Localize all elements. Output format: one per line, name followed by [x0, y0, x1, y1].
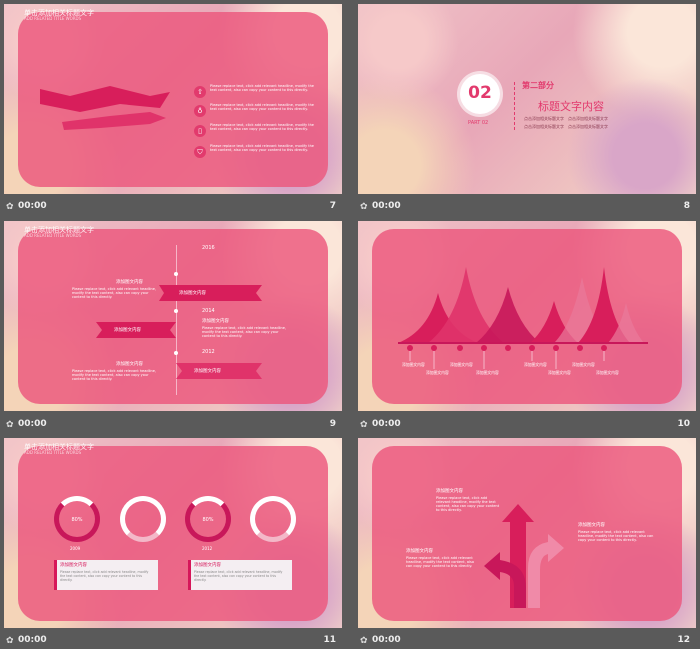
transition-icon[interactable]: ✿: [360, 202, 368, 212]
slide-thumbnail-8[interactable]: 02 PART 02 第二部分 标题文字内容 点击添加相关标题文字 点击添加相关…: [358, 4, 696, 194]
arrow-label: 添加图文内容: [406, 549, 433, 554]
slide-timing: 00:00: [372, 201, 401, 211]
slide-subtitle: ADD RELATED TITLE WORDS: [24, 16, 82, 21]
peak-label: 添加图文内容: [548, 370, 571, 375]
slide-timing: 00:00: [372, 635, 401, 645]
info-card: 添加图文内容 Please replace text, click add re…: [188, 560, 292, 590]
peak-label: 添加图文内容: [572, 362, 595, 367]
item-text: Please replace text, click add relevant …: [210, 144, 314, 152]
arrow-text: Please replace text, click add relevant …: [436, 496, 500, 512]
transition-icon[interactable]: ✿: [6, 420, 14, 430]
slide-timing: 00:00: [18, 419, 47, 429]
arrow-text: Please replace text, click add relevant …: [406, 556, 474, 568]
card-text: Please replace text, click add relevant …: [194, 570, 283, 582]
slide-thumbnail-12[interactable]: 添加图文内容 Please replace text, click add re…: [358, 438, 696, 628]
banner-shape: [40, 86, 170, 130]
progress-ring: 80%: [54, 496, 100, 542]
entry-text: Please replace text, click add relevant …: [202, 326, 287, 338]
peak-label: 添加图文内容: [476, 370, 499, 375]
peak-label: 添加图文内容: [426, 370, 449, 375]
card-accent: [54, 560, 57, 590]
banner-label: 添加图文内容: [194, 369, 221, 374]
transition-icon[interactable]: ✿: [6, 636, 14, 646]
section-title: 第二部分: [522, 81, 554, 90]
peak-chart: [398, 267, 648, 369]
slide-thumbnail-7[interactable]: 单击添加相关标题文字 ADD RELATED TITLE WORDS ⇧ Ple…: [4, 4, 342, 194]
shield-icon: ⛉: [194, 146, 206, 158]
slide-number: 11: [323, 635, 336, 645]
slide-footer-9: ✿ 00:00 9: [4, 416, 342, 433]
slide-number: 9: [329, 419, 336, 429]
slide-footer-7: ✿ 00:00 7: [4, 198, 342, 215]
slide-subtitle: ADD RELATED TITLE WORDS: [24, 450, 82, 455]
entry-text: Please replace text, click add relevant …: [72, 287, 157, 299]
slide-number: 8: [683, 201, 690, 211]
slide-footer-11: ✿ 00:00 11: [4, 632, 342, 649]
banner-label: 添加图文内容: [179, 291, 206, 296]
item-text: Please replace text, click add relevant …: [210, 84, 314, 92]
slide-footer-12: ✿ 00:00 12: [358, 632, 696, 649]
peak-label: 添加图文内容: [524, 362, 547, 367]
badge-circle: 02: [460, 74, 500, 114]
info-card: 添加图文内容 Please replace text, click add re…: [54, 560, 158, 590]
arrow-label: 添加图文内容: [578, 523, 605, 528]
slide-timing: 00:00: [18, 635, 47, 645]
progress-ring: 80%: [185, 496, 231, 542]
entry-label: 添加图文内容: [202, 319, 229, 324]
bullet-item: 点击添加相关标题文字: [524, 124, 564, 129]
divider-line: [514, 82, 516, 130]
slide-thumbnail-11[interactable]: 单击添加相关标题文字 ADD RELATED TITLE WORDS 80% 8…: [4, 438, 342, 628]
entry-text: Please replace text, click add relevant …: [72, 369, 157, 381]
arrow-text: Please replace text, click add relevant …: [578, 530, 654, 542]
progress-ring: [250, 496, 296, 542]
slide-timing: 00:00: [18, 201, 47, 211]
slide-number: 12: [677, 635, 690, 645]
item-text: Please replace text, click add relevant …: [210, 123, 314, 131]
ring-value: 80%: [202, 517, 214, 523]
slide-thumbnail-10[interactable]: 添加图文内容 添加图文内容 添加图文内容 添加图文内容 添加图文内容 添加图文内…: [358, 221, 696, 411]
arrow-up-icon: ⇧: [194, 86, 206, 98]
arrow-label: 添加图文内容: [436, 489, 463, 494]
timeline-banners: [96, 272, 262, 379]
peak-label: 添加图文内容: [402, 362, 425, 367]
part-label: PART 02: [468, 120, 489, 126]
part-number: 02: [468, 83, 492, 103]
document-icon: ▯: [194, 125, 206, 137]
transition-icon[interactable]: ✿: [6, 202, 14, 212]
slide-thumbnail-9[interactable]: 单击添加相关标题文字 ADD RELATED TITLE WORDS 2016 …: [4, 221, 342, 411]
slide-footer-8: ✿ 00:00 8: [358, 198, 696, 215]
bulb-icon: ♁: [194, 105, 206, 117]
card-text: Please replace text, click add relevant …: [60, 570, 149, 582]
progress-ring: [120, 496, 166, 542]
bullet-item: 点击添加相关标题文字: [568, 116, 608, 121]
card-title: 添加图文内容: [194, 563, 221, 568]
slide-number: 10: [677, 419, 690, 429]
card-title: 添加图文内容: [60, 563, 87, 568]
bullet-item: 点击添加相关标题文字: [524, 116, 564, 121]
ring-year: 2009: [70, 546, 81, 551]
transition-icon[interactable]: ✿: [360, 420, 368, 430]
ring-year: 2012: [202, 546, 213, 551]
card-accent: [188, 560, 191, 590]
slide-timing: 00:00: [372, 419, 401, 429]
slide-footer-10: ✿ 00:00 10: [358, 416, 696, 433]
section-heading: 标题文字内容: [538, 100, 604, 113]
bullet-item: 点击添加相关标题文字: [568, 124, 608, 129]
item-text: Please replace text, click add relevant …: [210, 103, 314, 111]
entry-label: 添加图文内容: [116, 280, 143, 285]
transition-icon[interactable]: ✿: [360, 636, 368, 646]
slide-number: 7: [329, 201, 336, 211]
banner-label: 添加图文内容: [114, 328, 141, 333]
peak-label: 添加图文内容: [450, 362, 473, 367]
entry-label: 添加图文内容: [116, 362, 143, 367]
peak-label: 添加图文内容: [596, 370, 619, 375]
ring-value: 80%: [71, 517, 83, 523]
